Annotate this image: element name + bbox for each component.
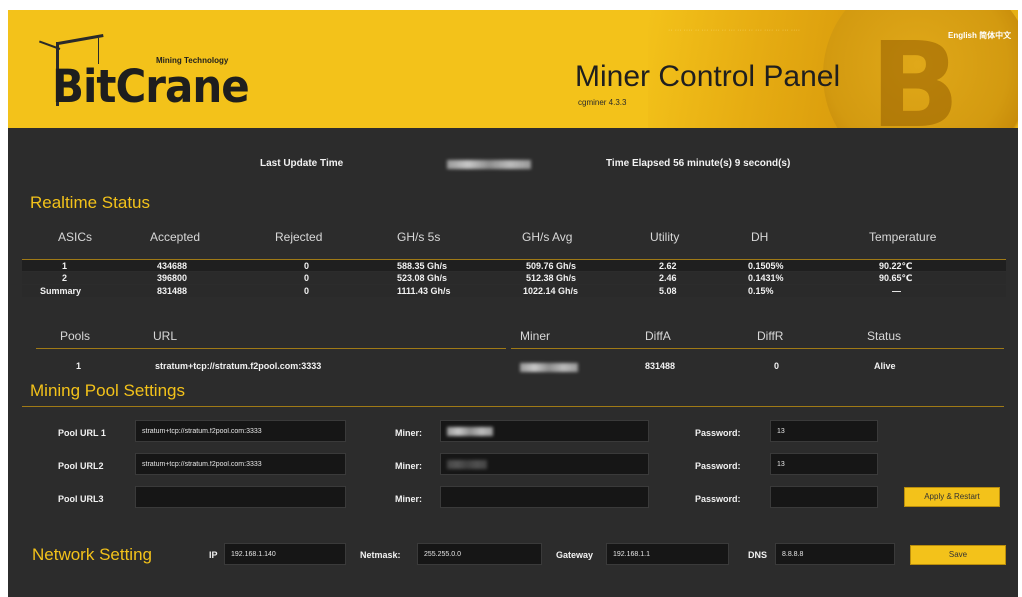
control-panel: B ·· ··· ···· ·· ··· ···· ·· ··· ···· ··… xyxy=(8,10,1018,597)
logo-tagline: Mining Technology xyxy=(156,56,229,65)
ip-input[interactable] xyxy=(224,543,346,565)
table-row: 2 396800 0 523.08 Gh/s 512.38 Gh/s 2.46 … xyxy=(22,272,1006,284)
cell-utility: 2.46 xyxy=(659,273,677,283)
miner-2-input[interactable] xyxy=(440,453,649,475)
language-switcher[interactable]: English 简体中文 xyxy=(948,30,1011,41)
pool-settings-divider xyxy=(22,406,1004,407)
crane-arm-graphic xyxy=(57,34,104,45)
miner-1-label: Miner: xyxy=(395,428,422,438)
cell-ghs-avg: 1022.14 Gh/s xyxy=(523,286,579,296)
cell-pool-url: stratum+tcp://stratum.f2pool.com:3333 xyxy=(155,361,322,371)
password-1-label: Password: xyxy=(695,428,741,438)
password-3-input[interactable] xyxy=(770,486,878,508)
col-pools: Pools xyxy=(60,329,91,343)
header-decorative-text: ·· ··· ···· ·· ··· ···· ·· ··· ···· ·· ·… xyxy=(668,27,801,34)
col-diffa: DiffA xyxy=(645,329,671,343)
cell-accepted: 396800 xyxy=(157,273,188,283)
cell-temperature: 90.65℃ xyxy=(879,273,913,283)
password-2-input[interactable] xyxy=(770,453,878,475)
realtime-status-title: Realtime Status xyxy=(30,193,150,212)
col-diffr: DiffR xyxy=(757,329,784,343)
bitcrane-logo: BitCrane Mining Technology xyxy=(38,34,268,114)
gateway-label: Gateway xyxy=(556,550,594,560)
miner-1-input[interactable] xyxy=(440,420,649,442)
col-temperature: Temperature xyxy=(869,230,937,244)
save-button[interactable]: Save xyxy=(910,545,1006,565)
cell-ghs-avg: 512.38 Gh/s xyxy=(526,273,577,283)
cell-asic: 1 xyxy=(62,261,68,271)
network-setting-title: Network Setting xyxy=(32,545,152,564)
password-2-label: Password: xyxy=(695,461,741,471)
header-banner: B ·· ··· ···· ·· ··· ···· ·· ··· ···· ··… xyxy=(8,10,1018,128)
dns-label: DNS xyxy=(748,550,768,560)
cell-ghs-5s: 1111.43 Gh/s xyxy=(397,286,451,296)
cell-accepted: 831488 xyxy=(157,286,188,296)
cell-utility: 5.08 xyxy=(659,286,677,296)
page-title: Miner Control Panel xyxy=(575,60,841,93)
col-rejected: Rejected xyxy=(275,230,323,244)
pool-url-2-label: Pool URL2 xyxy=(58,461,104,471)
cell-temperature: — xyxy=(892,286,901,296)
cell-ghs-5s: 588.35 Gh/s xyxy=(397,261,448,271)
pool-url-1-input[interactable] xyxy=(135,420,346,442)
col-status: Status xyxy=(867,329,902,343)
pool-url-2-input[interactable] xyxy=(135,453,346,475)
cell-rejected: 0 xyxy=(304,273,310,283)
version-label: cgminer 4.3.3 xyxy=(578,98,627,107)
cell-pool-diffa: 831488 xyxy=(645,361,676,371)
cell-temperature: 90.22℃ xyxy=(879,261,913,271)
col-accepted: Accepted xyxy=(150,230,201,244)
col-ghs-5s: GH/s 5s xyxy=(397,230,441,244)
cell-rejected: 0 xyxy=(304,261,310,271)
netmask-label: Netmask: xyxy=(360,550,401,560)
cell-dh: 0.1431% xyxy=(748,273,784,283)
pool-miner-redacted xyxy=(520,363,578,372)
col-dh: DH xyxy=(751,230,769,244)
col-asics: ASICs xyxy=(58,230,93,244)
miner-2-label: Miner: xyxy=(395,461,422,471)
gateway-input[interactable] xyxy=(606,543,729,565)
mining-pool-settings-title: Mining Pool Settings xyxy=(30,381,185,400)
cell-rejected: 0 xyxy=(304,286,310,296)
pool-url-3-label: Pool URL3 xyxy=(58,494,104,504)
time-elapsed-text: Time Elapsed 56 minute(s) 9 second(s) xyxy=(606,158,791,169)
cell-dh: 0.15% xyxy=(748,286,774,296)
table-row-summary: Summary 831488 0 1111.43 Gh/s 1022.14 Gh… xyxy=(22,285,1006,297)
pool-url-3-input[interactable] xyxy=(135,486,346,508)
col-ghs-avg: GH/s Avg xyxy=(522,230,573,244)
miner-3-input[interactable] xyxy=(440,486,649,508)
cell-pool-status: Alive xyxy=(874,361,896,371)
cell-pool-index: 1 xyxy=(76,361,82,371)
logo-wordmark: BitCrane xyxy=(52,60,250,113)
miner-1-redacted xyxy=(447,427,493,436)
col-utility: Utility xyxy=(650,230,680,244)
pools-divider-left xyxy=(36,348,506,349)
bitcoin-symbol-icon: B xyxy=(870,16,960,128)
cell-asic: 2 xyxy=(62,273,68,283)
cell-dh: 0.1505% xyxy=(748,261,784,271)
last-update-label: Last Update Time xyxy=(260,158,344,169)
col-miner: Miner xyxy=(520,329,551,343)
ip-label: IP xyxy=(209,550,218,560)
cell-accepted: 434688 xyxy=(157,261,188,271)
apply-restart-button[interactable]: Apply & Restart xyxy=(904,487,1000,507)
cell-pool-diffr: 0 xyxy=(774,361,780,371)
miner-2-redacted xyxy=(447,460,487,469)
table-row: 1 434688 0 588.35 Gh/s 509.76 Gh/s 2.62 … xyxy=(22,259,1006,271)
miner-3-label: Miner: xyxy=(395,494,422,504)
cell-utility: 2.62 xyxy=(659,261,677,271)
cell-asic: Summary xyxy=(40,286,82,296)
col-url: URL xyxy=(153,329,178,343)
netmask-input[interactable] xyxy=(417,543,542,565)
password-3-label: Password: xyxy=(695,494,741,504)
cell-ghs-avg: 509.76 Gh/s xyxy=(526,261,577,271)
last-update-value-redacted xyxy=(447,160,531,169)
pool-url-1-label: Pool URL 1 xyxy=(58,428,106,438)
cell-ghs-5s: 523.08 Gh/s xyxy=(397,273,448,283)
pools-divider-right xyxy=(511,348,1004,349)
dns-input[interactable] xyxy=(775,543,895,565)
password-1-input[interactable] xyxy=(770,420,878,442)
